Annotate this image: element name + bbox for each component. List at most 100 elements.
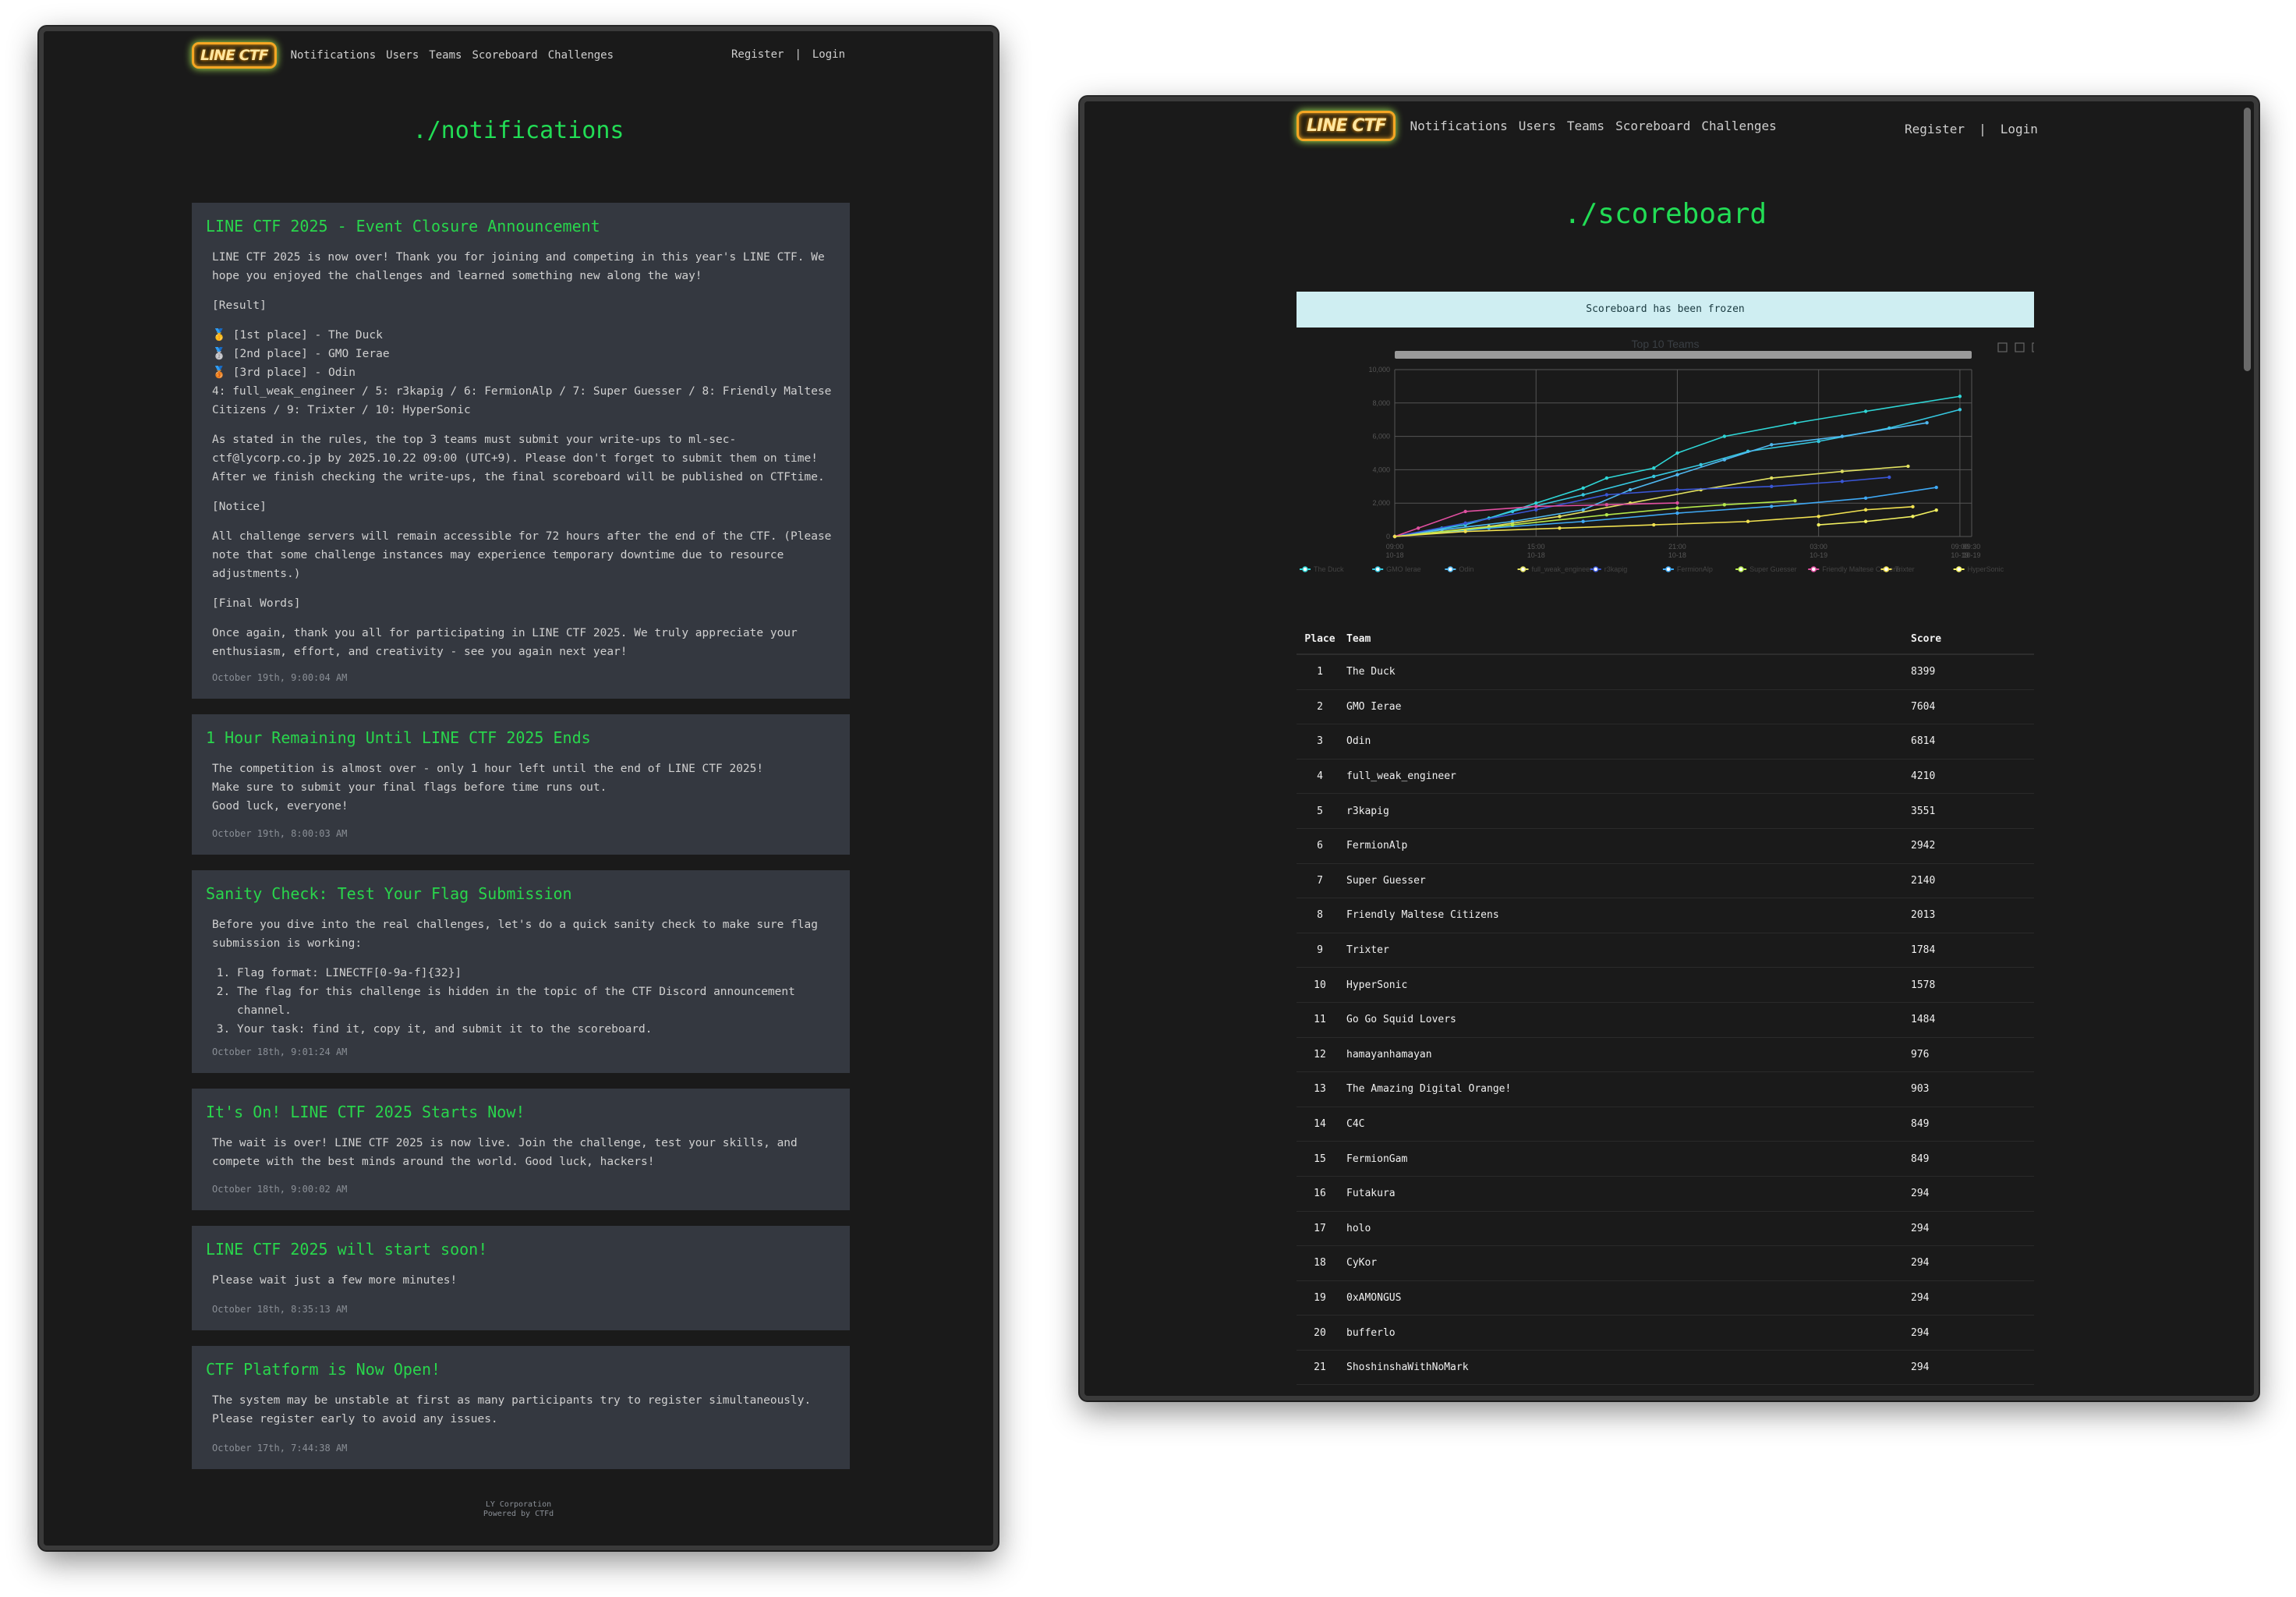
table-row[interactable]: 22qwerty294 <box>1297 1385 2034 1400</box>
row-team[interactable]: The Duck <box>1343 666 1895 678</box>
nav-notifications[interactable]: Notifications <box>291 49 377 62</box>
table-row[interactable]: 12 hamayanhamayan 976 <box>1297 1038 2034 1073</box>
row-place: 20 <box>1314 1326 1326 1339</box>
series-point <box>1628 487 1633 492</box>
series-point <box>1958 395 1962 398</box>
table-row[interactable]: 10 HyperSonic 1578 <box>1297 968 2034 1003</box>
notification-list: Flag format: LINECTF[0-9a-f]{32}]The fla… <box>212 964 834 1039</box>
nav-notifications[interactable]: Notifications <box>1410 119 1507 133</box>
table-row[interactable]: 4 full_weak_engineer 4210 <box>1297 760 2034 795</box>
series-point <box>1887 475 1891 480</box>
register-link[interactable]: Register <box>731 48 784 61</box>
table-row[interactable]: 7 Super Guesser 2140 <box>1297 864 2034 899</box>
table-row[interactable]: 8 Friendly Maltese Citizens 2013 <box>1297 898 2034 933</box>
row-team[interactable]: Friendly Maltese Citizens <box>1343 909 1895 921</box>
row-team[interactable]: hamayanhamayan <box>1343 1049 1895 1061</box>
series-point <box>1925 420 1929 425</box>
login-link[interactable]: Login <box>2001 122 2038 136</box>
nav-users[interactable]: Users <box>1519 119 1556 133</box>
nav-challenges[interactable]: Challenges <box>1701 119 1776 133</box>
row-team[interactable]: r3kapig <box>1343 806 1895 817</box>
list-item: Your task: find it, copy it, and submit … <box>237 1020 834 1039</box>
row-team[interactable]: Odin <box>1343 735 1895 747</box>
row-team[interactable]: FermionAlp <box>1343 840 1895 852</box>
legend-label: The Duck <box>1314 565 1344 573</box>
scrollbar[interactable] <box>2244 108 2251 371</box>
table-row[interactable]: 20 bufferlo 294 <box>1297 1315 2034 1351</box>
top-teams-chart: Top 10 Teams 09:00 10-18 15:00 10-18 21:00 10-… <box>1297 335 2042 593</box>
nav-challenges[interactable]: Challenges <box>548 49 614 62</box>
row-place: 1 <box>1317 666 1323 678</box>
series-line <box>1394 500 1795 537</box>
table-row[interactable]: 11 Go Go Squid Lovers 1484 <box>1297 1003 2034 1038</box>
row-team[interactable]: Super Guesser <box>1343 875 1895 887</box>
nav-scoreboard[interactable]: Scoreboard <box>472 49 537 62</box>
table-row[interactable]: 3 Odin 6814 <box>1297 724 2034 760</box>
row-score: 2942 <box>1911 840 1936 852</box>
row-team[interactable]: FermionGam <box>1343 1153 1895 1165</box>
nav-teams[interactable]: Teams <box>1567 119 1604 133</box>
notification-paragraph: As stated in the rules, the top 3 teams … <box>212 434 825 483</box>
line-ctf-logo[interactable]: LINE CTF <box>192 42 277 69</box>
series-point <box>1604 493 1609 497</box>
table-row[interactable]: 18 CyKor 294 <box>1297 1246 2034 1281</box>
series-point <box>1534 505 1538 508</box>
series-point <box>1958 408 1962 412</box>
top-nav: LINE CTF Notifications Users Teams Score… <box>1297 111 1777 141</box>
row-team[interactable]: CyKor <box>1343 1257 1895 1269</box>
table-row[interactable]: 21 ShoshinshaWithNoMark 294 <box>1297 1351 2034 1386</box>
x-tick-label: 10-19 <box>1810 551 1827 559</box>
x-tick-label: 10-18 <box>1668 551 1686 559</box>
row-team[interactable]: Go Go Squid Lovers <box>1343 1014 1895 1025</box>
series-line <box>1394 487 1937 537</box>
y-tick-label: 10,000 <box>1368 366 1390 374</box>
table-row[interactable]: 13 The Amazing Digital Orange! 903 <box>1297 1072 2034 1107</box>
series-point <box>1793 499 1797 503</box>
chart-title: Top 10 Teams <box>1632 338 1700 350</box>
row-team[interactable]: ShoshinshaWithNoMark <box>1343 1362 1895 1373</box>
table-row[interactable]: 2 GMO Ierae 7604 <box>1297 690 2034 725</box>
row-team[interactable]: holo <box>1343 1223 1895 1234</box>
notification-paragraph: [Final Words] <box>212 597 301 610</box>
col-team: Team <box>1346 632 1371 645</box>
legend-label: r3kapig <box>1604 565 1628 573</box>
table-row[interactable]: 9 Trixter 1784 <box>1297 933 2034 968</box>
table-row[interactable]: 6 FermionAlp 2942 <box>1297 829 2034 864</box>
legend-label: Super Guesser <box>1749 565 1797 573</box>
row-team[interactable]: 0xAMONGUS <box>1343 1292 1895 1304</box>
row-team[interactable]: C4C <box>1343 1118 1895 1130</box>
row-team[interactable]: GMO Ierae <box>1343 701 1895 713</box>
x-tick-label: 09:00 <box>1386 543 1404 551</box>
series-point <box>1675 487 1679 492</box>
row-score: 8399 <box>1911 666 1936 678</box>
notification-paragraph: 🥇 [1st place] - The Duck 🥈 [2nd place] -… <box>212 329 832 416</box>
row-team[interactable]: HyperSonic <box>1343 979 1895 991</box>
row-team[interactable]: bufferlo <box>1343 1327 1895 1339</box>
row-place: 7 <box>1317 874 1323 887</box>
x-tick-label: 09:30 <box>1963 543 1981 551</box>
row-team[interactable]: full_weak_engineer <box>1343 770 1895 782</box>
table-row[interactable]: 15 FermionGam 849 <box>1297 1142 2034 1177</box>
row-team[interactable]: Futakura <box>1343 1188 1895 1199</box>
notification-paragraph: LINE CTF 2025 is now over! Thank you for… <box>212 251 825 282</box>
series-point <box>1604 503 1609 507</box>
register-link[interactable]: Register <box>1905 122 1965 136</box>
footer: LY Corporation Powered by CTFd <box>44 1500 993 1519</box>
notification-date: October 18th, 8:35:13 AM <box>212 1304 348 1315</box>
line-ctf-logo[interactable]: LINE CTF <box>1297 111 1396 141</box>
row-team[interactable]: qwerty <box>1343 1397 1895 1400</box>
table-row[interactable]: 16 Futakura 294 <box>1297 1177 2034 1212</box>
table-row[interactable]: 5 r3kapig 3551 <box>1297 794 2034 829</box>
table-row[interactable]: 17 holo 294 <box>1297 1212 2034 1247</box>
table-row[interactable]: 19 0xAMONGUS 294 <box>1297 1281 2034 1316</box>
nav-teams[interactable]: Teams <box>429 49 462 62</box>
table-row[interactable]: 14 C4C 849 <box>1297 1107 2034 1142</box>
row-team[interactable]: Trixter <box>1343 944 1895 956</box>
row-team[interactable]: The Amazing Digital Orange! <box>1343 1083 1895 1095</box>
table-row[interactable]: 1 The Duck 8399 <box>1297 655 2034 690</box>
legend-marker <box>1665 566 1672 572</box>
series-point <box>1652 522 1656 527</box>
nav-users[interactable]: Users <box>386 49 419 62</box>
login-link[interactable]: Login <box>812 48 845 61</box>
nav-scoreboard[interactable]: Scoreboard <box>1615 119 1690 133</box>
